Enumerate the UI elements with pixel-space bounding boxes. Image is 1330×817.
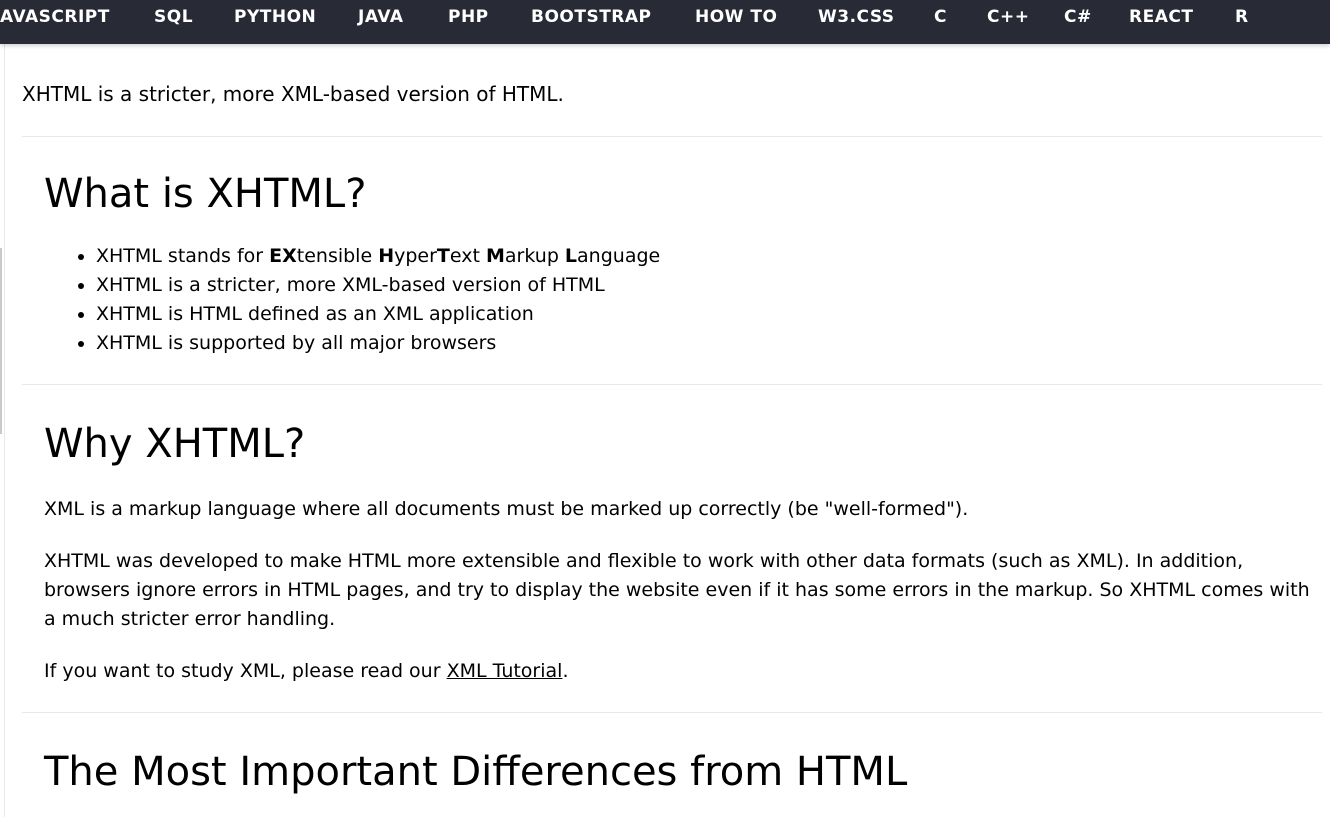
- nav-link-w3css[interactable]: W3.CSS: [818, 0, 895, 35]
- section-divider: [22, 136, 1322, 137]
- heading-why-xhtml: Why XHTML?: [44, 421, 306, 467]
- nav-link-php[interactable]: PHP: [448, 0, 489, 35]
- list-item-bold-letter: EX: [269, 245, 297, 267]
- list-item-text: anguage: [577, 245, 661, 267]
- nav-link-r[interactable]: R: [1235, 0, 1249, 35]
- nav-link-csharp[interactable]: C#: [1064, 0, 1092, 35]
- list-item-bold-letter: H: [378, 245, 395, 267]
- paragraph-xml-definition: XML is a markup language where all docum…: [44, 498, 969, 520]
- list-item: XHTML is HTML defined as an XML applicat…: [96, 300, 660, 329]
- paragraph-study-xml: If you want to study XML, please read ou…: [44, 657, 1314, 686]
- nav-link-python[interactable]: PYTHON: [234, 0, 316, 35]
- nav-link-sql[interactable]: SQL: [154, 0, 193, 35]
- section-divider: [22, 384, 1322, 385]
- sidebar-scroll-marker: [0, 248, 2, 434]
- list-item-text: yper: [394, 245, 437, 267]
- paragraph-xhtml-purpose: XHTML was developed to make HTML more ex…: [44, 550, 1310, 630]
- nav-link-javascript[interactable]: AVASCRIPT: [0, 0, 110, 35]
- xhtml-facts-list: XHTML stands for EXtensible HyperText Ma…: [74, 242, 660, 358]
- paragraph-text: .: [562, 660, 569, 682]
- nav-link-cpp[interactable]: C++: [987, 0, 1029, 35]
- heading-differences-from-html: The Most Important Differences from HTML: [44, 749, 908, 795]
- nav-link-c[interactable]: C: [934, 0, 947, 35]
- list-item-text: XHTML stands for: [96, 245, 270, 267]
- list-item: XHTML is supported by all major browsers: [96, 329, 660, 358]
- xml-tutorial-link[interactable]: XML Tutorial: [447, 660, 563, 682]
- nav-link-react[interactable]: REACT: [1129, 0, 1193, 35]
- list-item: XHTML stands for EXtensible HyperText Ma…: [96, 242, 660, 271]
- list-item-text: tensible: [296, 245, 379, 267]
- list-item-bold-letter: T: [436, 245, 450, 267]
- intro-text: XHTML is a stricter, more XML-based vers…: [22, 82, 564, 106]
- nav-link-bootstrap[interactable]: BOOTSTRAP: [531, 0, 652, 35]
- nav-link-java[interactable]: JAVA: [358, 0, 404, 35]
- section-divider: [22, 712, 1322, 713]
- top-navigation-bar: AVASCRIPT SQL PYTHON JAVA PHP BOOTSTRAP …: [0, 0, 1330, 44]
- paragraph-text: If you want to study XML, please read ou…: [44, 660, 447, 682]
- list-item-text: arkup: [504, 245, 565, 267]
- list-item: XHTML is a stricter, more XML-based vers…: [96, 271, 660, 300]
- nav-link-how-to[interactable]: HOW TO: [695, 0, 777, 35]
- list-item-bold-letter: M: [485, 245, 505, 267]
- list-item-text: ext: [449, 245, 486, 267]
- list-item-bold-letter: L: [564, 245, 578, 267]
- heading-what-is-xhtml: What is XHTML?: [44, 171, 367, 217]
